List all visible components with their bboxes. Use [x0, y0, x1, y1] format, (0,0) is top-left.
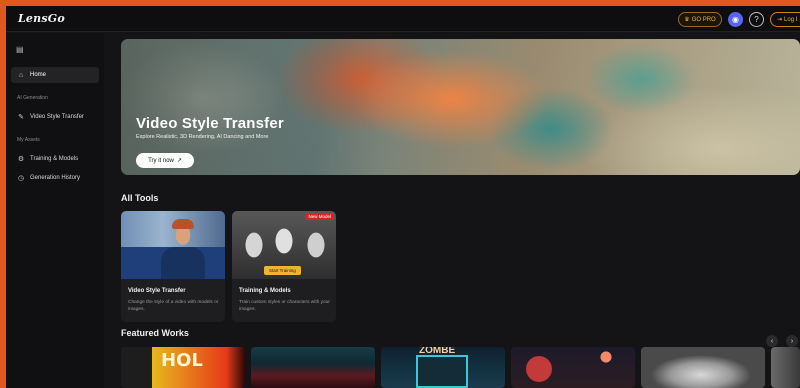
sidebar-item-generation-history[interactable]: ◷ Generation History [11, 170, 99, 186]
go-pro-button[interactable]: ♛ GO PRO [678, 12, 722, 27]
all-tools-title: All Tools [121, 193, 159, 203]
featured-work-card[interactable]: HOL [121, 347, 245, 388]
new-model-badge: New Model [305, 213, 334, 220]
tool-card-training-models[interactable]: New Model Start Training Training & Mode… [232, 211, 336, 322]
app-window: LensGo ♛ GO PRO ◉ ? ⇥ Log I ▤ ⌂ Home AI … [6, 6, 800, 388]
featured-work-card[interactable] [511, 347, 635, 388]
featured-work-card[interactable] [771, 347, 800, 388]
sidebar-section-my-assets: My Assets [17, 137, 40, 143]
tool-name: Video Style Transfer [128, 288, 186, 294]
sidebar-toggle-icon[interactable]: ▤ [16, 45, 26, 54]
thumbnail-figure [172, 219, 194, 229]
featured-work-card[interactable] [251, 347, 375, 388]
history-icon: ◷ [17, 175, 25, 182]
tool-name: Training & Models [239, 288, 291, 294]
go-pro-label: GO PRO [691, 16, 716, 23]
carousel-prev-button[interactable]: ‹ [766, 335, 778, 347]
try-it-now-button[interactable]: Try it now ↗ [136, 153, 194, 168]
sidebar-item-label: Home [30, 72, 47, 78]
login-button[interactable]: ⇥ Log I [770, 12, 800, 27]
hero-title: Video Style Transfer [136, 115, 284, 132]
thumbnail-figure [161, 247, 205, 279]
arrow-up-right-icon: ↗ [176, 158, 182, 164]
tv-graphic [416, 355, 468, 388]
tool-thumbnail: New Model Start Training [232, 211, 336, 279]
tool-thumbnail [121, 211, 225, 279]
try-it-now-label: Try it now [148, 157, 174, 164]
login-icon: ⇥ [777, 17, 783, 23]
discord-icon[interactable]: ◉ [728, 12, 743, 27]
help-icon[interactable]: ? [749, 12, 764, 27]
crown-icon: ♛ [684, 17, 690, 23]
video-style-icon: ✎ [18, 114, 24, 121]
sidebar-item-label: Training & Models [30, 156, 79, 162]
app-logo[interactable]: LensGo [18, 12, 65, 25]
featured-work-card[interactable]: ZOMBE [381, 347, 505, 388]
featured-work-text: ZOMBE [419, 347, 456, 356]
sidebar-item-training-models[interactable]: ⚙ Training & Models [11, 151, 99, 167]
featured-works-title: Featured Works [121, 328, 189, 338]
hero-banner[interactable]: Video Style Transfer Explore Realistic, … [121, 39, 800, 175]
carousel-next-button[interactable]: › [786, 335, 798, 347]
featured-work-card[interactable] [641, 347, 765, 388]
hero-subtitle: Explore Realistic, 3D Rendering, AI Danc… [136, 134, 269, 140]
home-icon: ⌂ [18, 71, 24, 79]
sidebar-item-label: Generation History [30, 175, 81, 181]
tool-description: Train custom styles or characters with y… [239, 300, 330, 312]
tool-description: Change the style of a video with models … [128, 300, 219, 312]
top-bar: LensGo ♛ GO PRO ◉ ? ⇥ Log I [6, 6, 800, 32]
sidebar-section-ai-generation: AI Generation [17, 95, 48, 101]
login-label: Log I [784, 16, 798, 23]
tool-card-video-style-transfer[interactable]: Video Style Transfer Change the style of… [121, 211, 225, 322]
sidebar: ▤ ⌂ Home AI Generation ✎ Video Style Tra… [6, 33, 104, 388]
sidebar-item-home[interactable]: ⌂ Home [11, 67, 99, 83]
featured-work-text: HOL [161, 350, 203, 371]
model-icon: ⚙ [17, 156, 25, 163]
sidebar-item-video-style-transfer[interactable]: ✎ Video Style Transfer [11, 109, 99, 125]
start-training-button[interactable]: Start Training [264, 266, 301, 275]
sidebar-item-label: Video Style Transfer [30, 114, 84, 120]
